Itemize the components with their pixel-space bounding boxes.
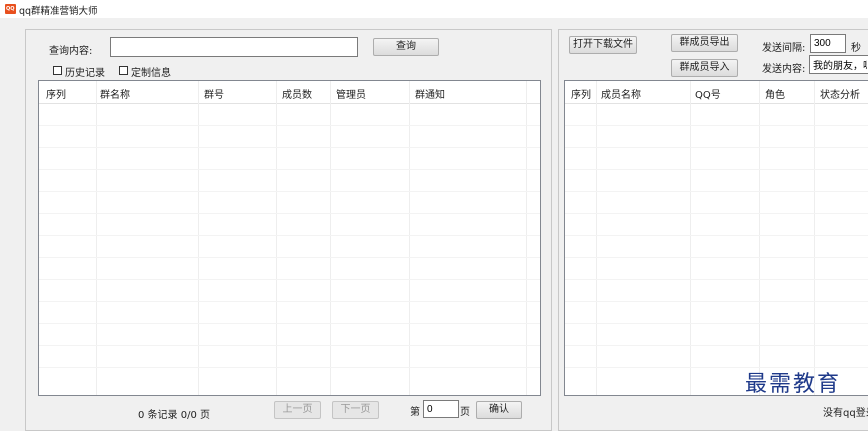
row-divider	[565, 191, 868, 192]
column-header[interactable]: 序列	[46, 86, 66, 101]
column-header[interactable]: 状态分析	[820, 86, 860, 101]
column-header[interactable]: 群号	[204, 86, 224, 101]
query-button[interactable]: 查询	[373, 38, 439, 56]
row-divider	[39, 147, 540, 148]
column-divider	[690, 81, 691, 395]
page-number-input[interactable]	[423, 400, 459, 418]
prev-page-button[interactable]: 上一页	[274, 401, 321, 419]
row-divider	[39, 191, 540, 192]
history-label: 历史记录	[65, 68, 105, 79]
group-table-header: 序列 群名称 群号 成员数 管理员 群通知	[39, 81, 540, 104]
row-divider	[565, 279, 868, 280]
window-title: qq群精准营销大师	[19, 6, 98, 17]
column-divider	[814, 81, 815, 395]
custom-info-checkbox[interactable]	[119, 66, 128, 75]
column-header[interactable]: 群通知	[415, 86, 445, 101]
column-header[interactable]: 管理员	[336, 86, 366, 101]
app-icon-text: QQ	[6, 6, 15, 12]
column-header[interactable]: QQ号	[695, 86, 721, 101]
send-interval-unit: 秒	[851, 43, 861, 54]
column-header[interactable]: 成员名称	[601, 86, 641, 101]
row-divider	[39, 345, 540, 346]
row-divider	[39, 169, 540, 170]
row-divider	[565, 235, 868, 236]
column-header[interactable]: 成员数	[282, 86, 312, 101]
row-divider	[565, 169, 868, 170]
row-divider	[39, 235, 540, 236]
query-label: 查询内容:	[49, 46, 93, 57]
send-content-input[interactable]	[809, 55, 868, 74]
title-bar	[0, 0, 868, 18]
row-divider	[565, 301, 868, 302]
column-divider	[96, 81, 97, 395]
column-divider	[409, 81, 410, 395]
query-input[interactable]	[110, 37, 358, 57]
confirm-page-button[interactable]: 确认	[476, 401, 522, 419]
column-divider	[526, 81, 527, 395]
send-interval-input[interactable]	[810, 34, 846, 53]
row-divider	[39, 257, 540, 258]
row-divider	[39, 125, 540, 126]
import-members-button[interactable]: 群成员导入	[671, 59, 738, 77]
row-divider	[565, 213, 868, 214]
send-content-label: 发送内容:	[762, 64, 806, 75]
column-header[interactable]: 群名称	[100, 86, 130, 101]
export-members-button[interactable]: 群成员导出	[671, 34, 738, 52]
column-divider	[759, 81, 760, 395]
login-status-text: 没有qq登录	[823, 408, 868, 419]
row-divider	[39, 301, 540, 302]
row-divider	[39, 367, 540, 368]
custom-info-label: 定制信息	[131, 68, 171, 79]
send-interval-label: 发送间隔:	[762, 43, 806, 54]
row-divider	[39, 323, 540, 324]
column-header[interactable]: 序列	[571, 86, 591, 101]
member-table-header: 序列 成员名称 QQ号 角色 状态分析	[565, 81, 868, 104]
column-header[interactable]: 角色	[765, 86, 785, 101]
watermark-logo: 最需教育	[745, 372, 842, 397]
row-divider	[565, 147, 868, 148]
app-logo-icon: QQ	[5, 4, 16, 14]
row-divider	[565, 125, 868, 126]
open-download-file-button[interactable]: 打开下载文件	[569, 36, 637, 54]
row-divider	[39, 213, 540, 214]
page-suffix-label: 页	[460, 407, 470, 418]
page-prefix-label: 第	[410, 407, 420, 418]
member-table[interactable]: 序列 成员名称 QQ号 角色 状态分析	[564, 80, 868, 396]
column-divider	[330, 81, 331, 395]
history-checkbox[interactable]	[53, 66, 62, 75]
column-divider	[276, 81, 277, 395]
row-divider	[565, 323, 868, 324]
column-divider	[198, 81, 199, 395]
next-page-button[interactable]: 下一页	[332, 401, 379, 419]
group-table[interactable]: 序列 群名称 群号 成员数 管理员 群通知	[38, 80, 541, 396]
row-divider	[39, 279, 540, 280]
row-divider	[565, 257, 868, 258]
row-divider	[565, 345, 868, 346]
column-divider	[596, 81, 597, 395]
